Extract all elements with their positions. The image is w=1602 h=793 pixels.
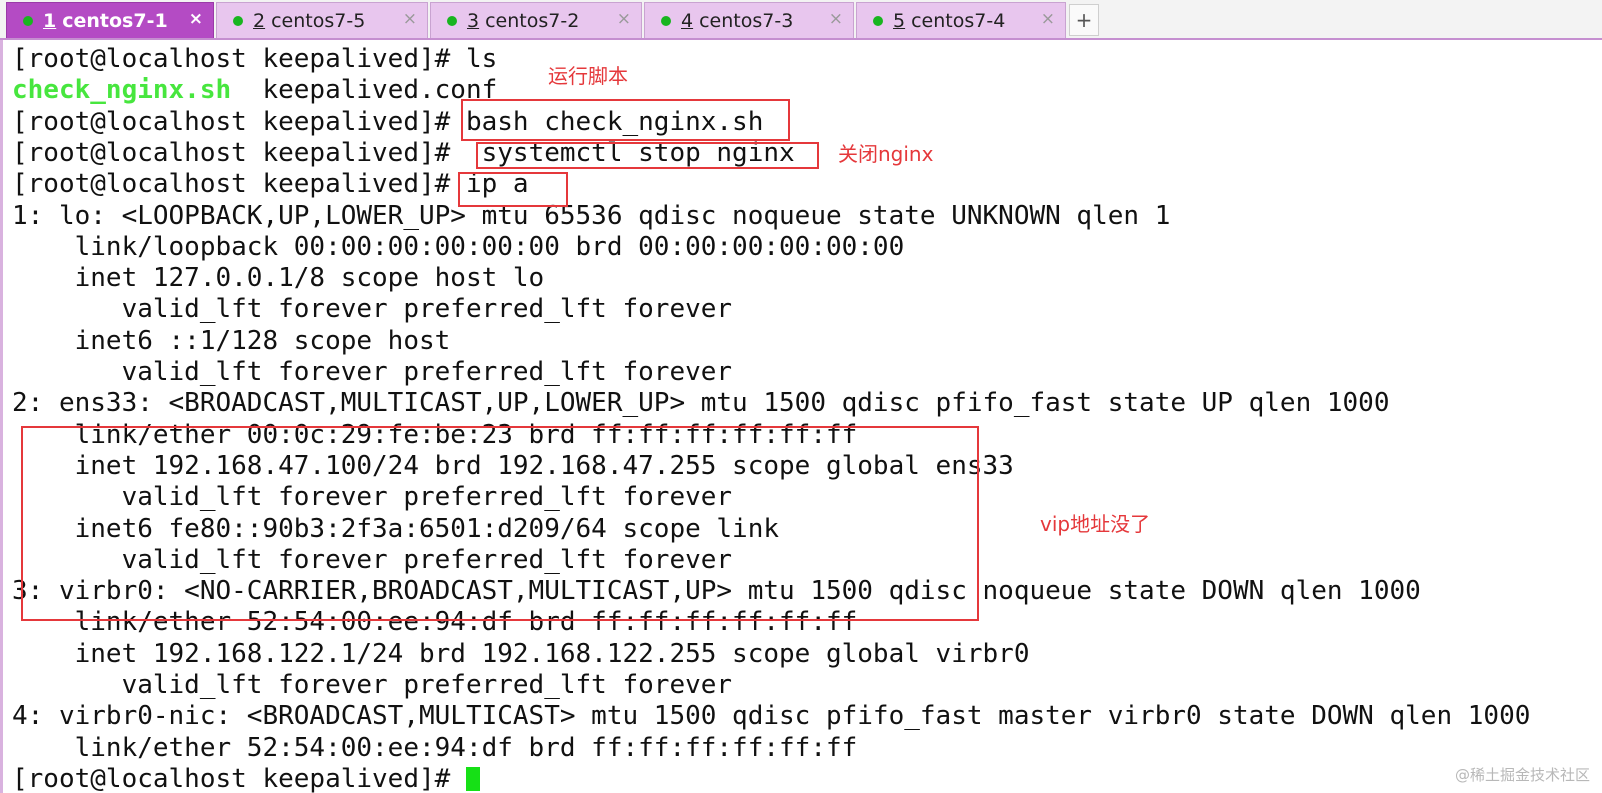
terminal-text: 2: ens33: <BROADCAST,MULTICAST,UP,LOWER_…	[12, 388, 1390, 419]
new-tab-button[interactable]: +	[1069, 4, 1099, 36]
terminal-text: keepalived.conf	[231, 75, 498, 106]
annotation-vip-gone: vip地址没了	[1040, 512, 1151, 536]
terminal-text: valid_lft forever preferred_lft forever	[12, 294, 733, 325]
close-icon[interactable]: ×	[617, 9, 631, 29]
terminal-line: inet 127.0.0.1/8 scope host lo	[12, 263, 545, 294]
shell-prompt: [root@localhost keepalived]#	[12, 44, 466, 74]
tab-number: 5	[893, 9, 906, 32]
annotation-run-script: 运行脚本	[548, 64, 628, 88]
terminal-text: ls	[465, 44, 498, 74]
terminal-text: inet6 ::1/128 scope host	[12, 325, 451, 356]
tab-label: centos7-1	[62, 9, 168, 32]
terminal-line: valid_lft forever preferred_lft forever	[12, 294, 733, 325]
tab-number: 2	[253, 9, 266, 32]
tab-session-5[interactable]: 5 centos7-4 ×	[856, 2, 1066, 38]
annotation-box-ip-command	[458, 172, 568, 207]
terminal-text: inet 127.0.0.1/8 scope host lo	[12, 263, 545, 294]
shell-prompt: [root@localhost keepalived]#	[12, 137, 466, 168]
terminal-text: link/ether 52:54:00:ee:94:df brd ff:ff:f…	[12, 732, 858, 763]
tab-session-4[interactable]: 4 centos7-3 ×	[644, 2, 854, 38]
terminal-line: link/ether 52:54:00:ee:94:df brd ff:ff:f…	[12, 732, 858, 764]
terminal-line: 1: lo: <LOOPBACK,UP,LOWER_UP> mtu 65536 …	[12, 201, 1170, 232]
shell-prompt: [root@localhost keepalived]#	[12, 169, 466, 200]
watermark: @稀土掘金技术社区	[1454, 766, 1590, 784]
tab-number: 4	[681, 9, 694, 32]
terminal-line: inet 192.168.122.1/24 brd 192.168.122.25…	[12, 638, 1030, 670]
status-dot-icon	[661, 15, 671, 26]
terminal-line: 4: virbr0-nic: <BROADCAST,MULTICAST> mtu…	[12, 701, 1530, 732]
annotation-box-bash-command	[461, 99, 790, 141]
terminal-text: link/loopback 00:00:00:00:00:00 brd 00:0…	[12, 231, 905, 262]
status-dot-icon	[447, 15, 457, 26]
terminal-text: inet 192.168.122.1/24 brd 192.168.122.25…	[12, 638, 1030, 669]
terminal-line: link/loopback 00:00:00:00:00:00 brd 00:0…	[12, 231, 905, 263]
terminal-line: inet6 ::1/128 scope host	[12, 325, 451, 357]
terminal-text: valid_lft forever preferred_lft forever	[12, 357, 733, 387]
terminal-text: valid_lft forever preferred_lft forever	[12, 670, 733, 700]
tab-session-3[interactable]: 3 centos7-2 ×	[430, 2, 642, 38]
tab-session-1[interactable]: 1 centos7-1 ×	[6, 2, 214, 38]
tab-label: centos7-3	[699, 9, 794, 32]
shell-prompt: [root@localhost keepalived]#	[12, 763, 466, 793]
terminal-line: valid_lft forever preferred_lft forever	[12, 670, 733, 701]
tab-bar: 1 centos7-1 × 2 centos7-5 × 3 centos7-2 …	[0, 0, 1602, 40]
terminal-line: [root@localhost keepalived]# ls	[12, 44, 497, 75]
shell-prompt: [root@localhost keepalived]#	[12, 106, 466, 137]
close-icon[interactable]: ×	[403, 9, 417, 29]
terminal-line: valid_lft forever preferred_lft forever	[12, 357, 733, 388]
close-icon[interactable]: ×	[1041, 9, 1055, 29]
annotation-stop-nginx: 关闭nginx	[838, 142, 934, 166]
tab-label: centos7-5	[271, 9, 366, 32]
executable-file: check_nginx.sh	[12, 75, 232, 106]
tab-label: centos7-2	[485, 9, 580, 32]
status-dot-icon	[23, 15, 33, 26]
terminal-text: 1: lo: <LOOPBACK,UP,LOWER_UP> mtu 65536 …	[12, 200, 1171, 231]
window-border	[0, 40, 3, 793]
tab-number: 1	[43, 9, 57, 32]
terminal-cursor	[465, 767, 480, 792]
tab-session-2[interactable]: 2 centos7-5 ×	[216, 2, 428, 38]
annotation-box-stop-command	[476, 142, 819, 169]
terminal-text: 4: virbr0-nic: <BROADCAST,MULTICAST> mtu…	[12, 701, 1531, 732]
status-dot-icon	[233, 15, 243, 26]
terminal-line: check_nginx.sh keepalived.conf	[12, 75, 497, 106]
close-icon[interactable]: ×	[189, 9, 203, 29]
tab-number: 3	[467, 9, 480, 32]
tab-label: centos7-4	[911, 9, 1006, 32]
terminal-line: [root@localhost keepalived]# ip a	[12, 169, 529, 200]
status-dot-icon	[873, 15, 883, 26]
terminal-line: [root@localhost keepalived]#	[12, 764, 480, 793]
close-icon[interactable]: ×	[829, 9, 843, 29]
terminal-line: 2: ens33: <BROADCAST,MULTICAST,UP,LOWER_…	[12, 388, 1390, 419]
annotation-box-interfaces	[21, 426, 979, 621]
